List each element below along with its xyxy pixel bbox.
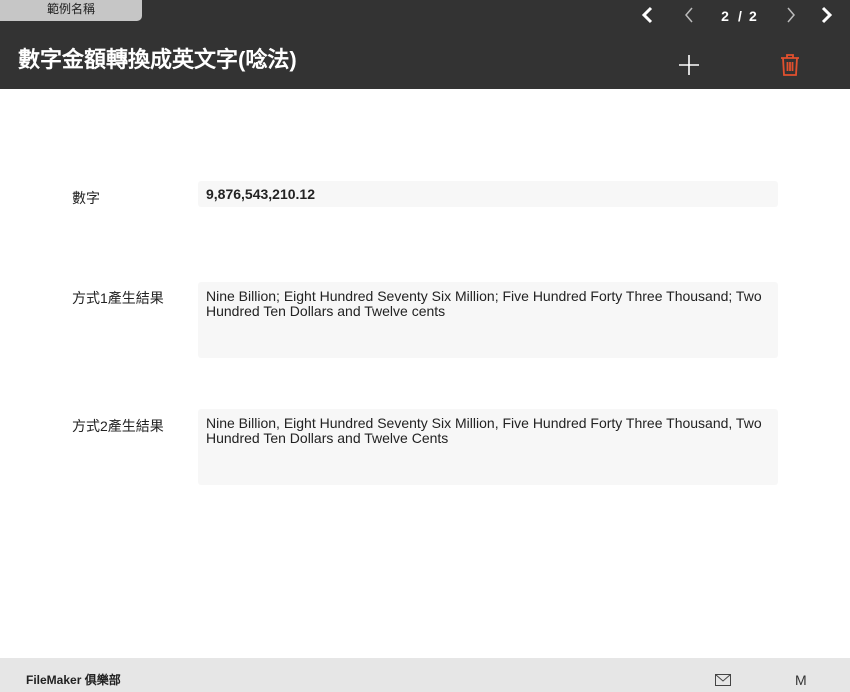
mail-icon[interactable] <box>715 673 731 686</box>
trash-icon[interactable] <box>779 53 801 77</box>
page-separator: / <box>738 8 742 24</box>
plus-icon[interactable] <box>677 53 701 77</box>
result2-label: 方式2產生結果 <box>72 418 164 434</box>
number-field[interactable]: 9,876,543,210.12 <box>198 181 778 207</box>
result2-field[interactable]: Nine Billion, Eight Hundred Seventy Six … <box>198 409 778 485</box>
next-record-icon[interactable] <box>784 6 798 28</box>
result1-label: 方式1產生結果 <box>72 290 164 306</box>
footer-brand: FileMaker 俱樂部 <box>26 673 121 687</box>
current-page[interactable]: 2 <box>716 8 734 24</box>
layout-name-tab[interactable]: 範例名稱 <box>0 0 142 21</box>
number-label: 數字 <box>72 190 100 206</box>
first-record-icon[interactable] <box>640 6 654 28</box>
prev-record-icon[interactable] <box>682 6 696 28</box>
page-title: 數字金額轉換成英文字(唸法) <box>18 47 297 72</box>
result1-field[interactable]: Nine Billion; Eight Hundred Seventy Six … <box>198 282 778 358</box>
last-record-icon[interactable] <box>820 6 834 28</box>
total-pages: 2 <box>749 8 757 24</box>
footer-m-button[interactable]: M <box>795 672 807 688</box>
